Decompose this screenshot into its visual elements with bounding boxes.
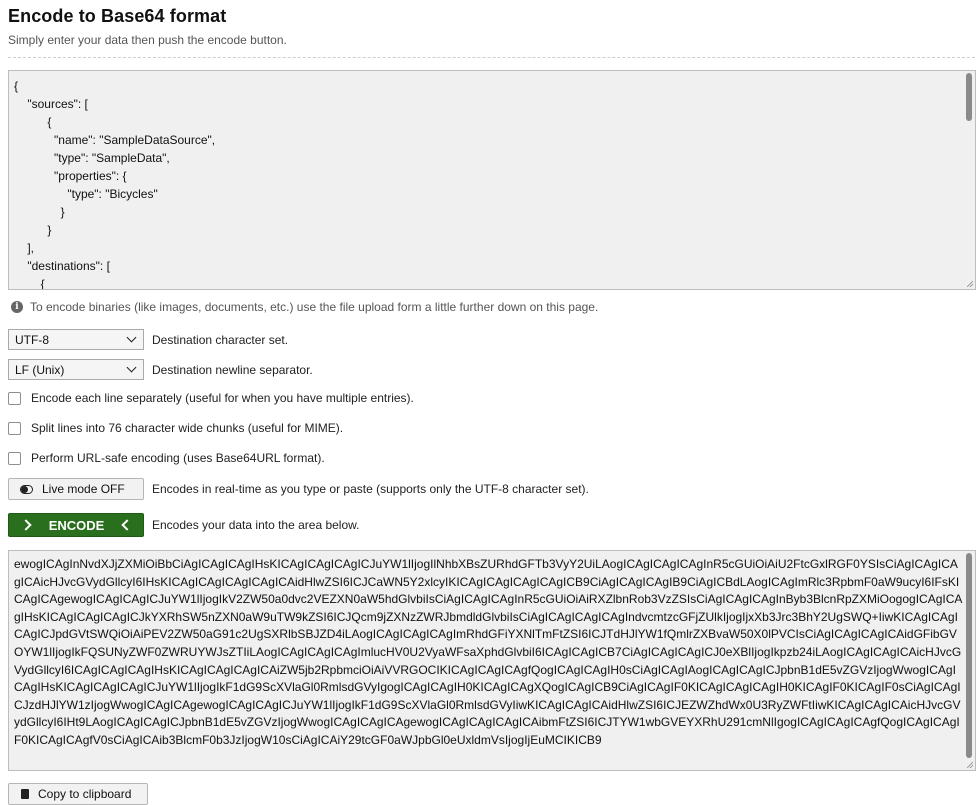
encoder-page: Encode to Base64 format Simply enter you… (0, 0, 979, 805)
newline-select-value: LF (Unix) (15, 362, 65, 377)
newline-select[interactable]: LF (Unix) (8, 359, 144, 380)
live-mode-row: Live mode OFF Encodes in real-time as yo… (8, 478, 589, 500)
output-scrollbar[interactable] (965, 552, 974, 769)
newline-row: LF (Unix) Destination newline separator. (8, 359, 313, 380)
charset-select-value: UTF-8 (15, 332, 49, 347)
charset-select[interactable]: UTF-8 (8, 329, 144, 350)
charset-label: Destination character set. (152, 332, 289, 347)
url-safe-checkbox[interactable] (8, 451, 21, 465)
chevron-down-icon (126, 332, 137, 343)
output-text: ewogICAgInNvdXJjZXMiOiBbCiAgICAgICAgIHsK… (14, 557, 963, 747)
split-lines-label[interactable]: Split lines into 76 character wide chunk… (31, 421, 343, 435)
toggle-icon (20, 484, 33, 494)
file-upload-hint: i To encode binaries (like images, docum… (11, 300, 598, 314)
file-upload-hint-text: To encode binaries (like images, documen… (30, 300, 599, 314)
page-title: Encode to Base64 format (8, 6, 227, 26)
live-mode-button-label: Live mode OFF (42, 482, 125, 496)
url-safe-row: Perform URL-safe encoding (uses Base64UR… (8, 451, 325, 465)
split-lines-checkbox[interactable] (8, 421, 21, 435)
input-textarea[interactable]: { "sources": [ { "name": "SampleDataSour… (8, 70, 976, 290)
encode-description: Encodes your data into the area below. (152, 518, 360, 532)
live-mode-button[interactable]: Live mode OFF (8, 478, 144, 500)
resize-handle-icon[interactable] (967, 762, 974, 769)
each-line-label[interactable]: Encode each line separately (useful for … (31, 391, 414, 405)
chevron-right-icon (20, 519, 32, 531)
each-line-row: Encode each line separately (useful for … (8, 391, 414, 405)
input-text: { "sources": [ { "name": "SampleDataSour… (14, 79, 216, 290)
copy-to-clipboard-button[interactable]: Copy to clipboard (8, 783, 148, 805)
encode-row: ENCODE Encodes your data into the area b… (8, 513, 359, 537)
split-lines-row: Split lines into 76 character wide chunk… (8, 421, 343, 435)
output-scrollbar-thumb[interactable] (966, 553, 972, 758)
url-safe-label[interactable]: Perform URL-safe encoding (uses Base64UR… (31, 451, 325, 465)
clipboard-icon (21, 789, 29, 799)
live-mode-description: Encodes in real-time as you type or past… (152, 482, 589, 496)
chevron-left-icon (121, 519, 133, 531)
encode-button[interactable]: ENCODE (8, 513, 144, 537)
charset-row: UTF-8 Destination character set. (8, 329, 288, 350)
each-line-checkbox[interactable] (8, 391, 21, 405)
resize-handle-icon[interactable] (967, 281, 974, 288)
chevron-down-icon (126, 362, 137, 373)
page-subtitle: Simply enter your data then push the enc… (8, 33, 287, 47)
copy-button-label: Copy to clipboard (38, 787, 132, 801)
divider (8, 57, 975, 58)
info-icon: i (11, 301, 23, 313)
newline-label: Destination newline separator. (152, 362, 313, 377)
input-scrollbar-thumb[interactable] (966, 73, 972, 121)
encode-button-label: ENCODE (48, 517, 105, 533)
output-textarea[interactable]: ewogICAgInNvdXJjZXMiOiBbCiAgICAgICAgIHsK… (8, 550, 976, 771)
input-scrollbar[interactable] (965, 72, 974, 288)
